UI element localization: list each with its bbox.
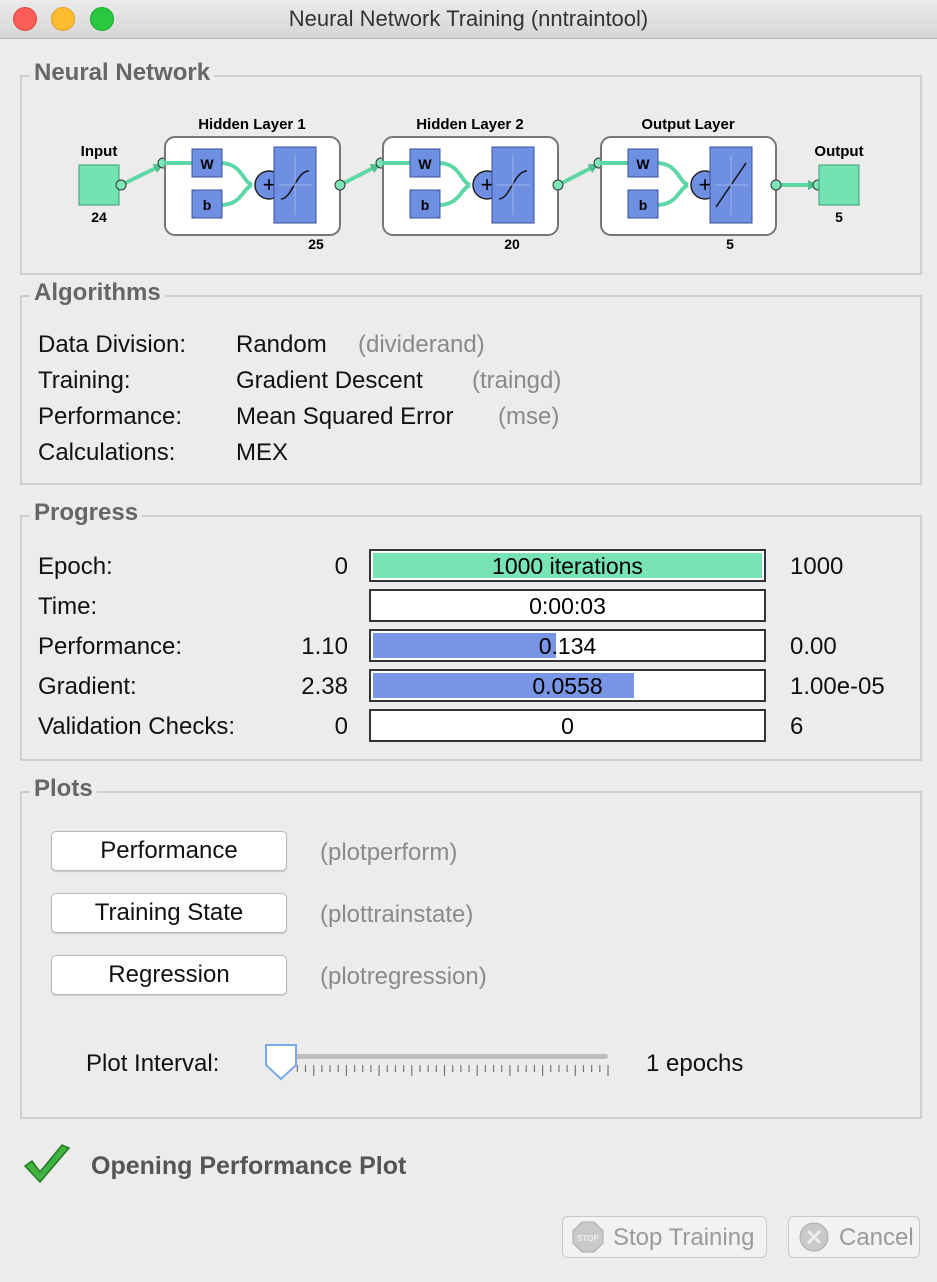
stop-icon: STOP (572, 1221, 604, 1253)
input-size: 24 (91, 209, 107, 225)
progress-title: Progress (30, 499, 143, 527)
bias-label: b (421, 197, 430, 213)
gradient-progress-text: 0.0558 (532, 673, 603, 699)
layer-size: 5 (726, 236, 734, 252)
progress-max-gradient: 1.00e-05 (790, 673, 885, 700)
layer-title: Hidden Layer 1 (198, 116, 306, 133)
algo-label-training: Training: (38, 367, 131, 394)
progress-label-performance: Performance: (38, 633, 183, 660)
gradient-progress-bar: 0.0558 (369, 669, 766, 702)
svg-text:STOP: STOP (577, 1234, 599, 1243)
algorithms-panel: Algorithms Data Division: Random (divide… (20, 279, 922, 485)
network-diagram: Input 24 Hidden Layer 1 W b + 25 Hidden … (78, 116, 864, 252)
layer-size: 20 (504, 236, 520, 252)
output-size: 5 (835, 209, 843, 225)
weight-label: W (200, 156, 214, 172)
performance-progress-bar: 0.134 (369, 629, 766, 662)
output-node (818, 164, 860, 206)
output-layer: Output Layer W b + 5 (600, 116, 777, 252)
cancel-label: Cancel (839, 1224, 914, 1251)
plot-training-state-fn: (plottrainstate) (320, 901, 474, 928)
progress-label-time: Time: (38, 593, 98, 620)
epoch-progress-bar: 1000 iterations (369, 549, 766, 582)
algo-label-calculations: Calculations: (38, 439, 176, 466)
algo-fn-performance: (mse) (498, 403, 560, 430)
layer-title: Output Layer (641, 116, 735, 133)
algo-value-calculations: MEX (236, 439, 289, 466)
cancel-button[interactable]: Cancel (788, 1216, 920, 1258)
weight-label: W (418, 156, 432, 172)
algo-value-data-division: Random (236, 331, 327, 358)
weight-label: W (636, 156, 650, 172)
input-connector (120, 163, 164, 187)
algorithms-title: Algorithms (30, 279, 165, 307)
progress-panel: Progress Epoch: 0 1000 iterations 1000 T… (20, 499, 922, 761)
progress-min-validation: 0 (334, 713, 348, 740)
connector-2-3 (557, 163, 599, 187)
plot-regression-button[interactable]: Regression (51, 955, 287, 995)
algo-label-performance: Performance: (38, 403, 183, 430)
performance-progress-text: 0.134 (538, 633, 597, 659)
connector-1-2 (339, 163, 381, 187)
hidden-layer-1: Hidden Layer 1 W b + 25 (164, 116, 341, 252)
validation-progress-text: 0 (561, 713, 574, 739)
progress-max-validation: 6 (790, 713, 804, 740)
time-progress-text: 0:00:03 (529, 593, 606, 619)
plot-performance-fn: (plotperform) (320, 839, 458, 866)
plot-interval-slider[interactable] (264, 1043, 614, 1093)
progress-min-epoch: 0 (334, 553, 348, 580)
algo-value-performance: Mean Squared Error (236, 403, 454, 430)
input-node (78, 164, 120, 206)
checkmark-icon (23, 1144, 71, 1184)
input-label: Input (81, 143, 118, 160)
progress-label-epoch: Epoch: (38, 553, 113, 580)
progress-label-gradient: Gradient: (38, 673, 137, 700)
plot-interval-value: 1 epochs (646, 1050, 744, 1077)
layer-title: Hidden Layer 2 (416, 116, 524, 133)
progress-max-performance: 0.00 (790, 633, 837, 660)
plot-regression-fn: (plotregression) (320, 963, 487, 990)
progress-min-gradient: 2.38 (301, 673, 348, 700)
layer-size: 25 (308, 236, 324, 252)
stop-training-label: Stop Training (613, 1224, 755, 1251)
time-progress-bar: 0:00:03 (369, 589, 766, 622)
cancel-icon (799, 1222, 829, 1252)
algo-fn-data-division: (dividerand) (358, 331, 485, 358)
plots-panel: Plots Performance (plotperform) Training… (20, 775, 922, 1119)
bias-label: b (203, 197, 212, 213)
plot-training-state-button[interactable]: Training State (51, 893, 287, 933)
neural-network-panel: Neural Network Input 24 Hidden Layer 1 W… (20, 59, 922, 275)
window-title: Neural Network Training (nntraintool) (288, 6, 649, 31)
algo-value-training: Gradient Descent (236, 367, 423, 394)
hidden-layer-2: Hidden Layer 2 W b + 20 (382, 116, 559, 252)
plots-title: Plots (30, 775, 97, 803)
algo-label-data-division: Data Division: (38, 331, 187, 358)
slider-ticks (280, 1065, 609, 1076)
progress-max-epoch: 1000 (790, 553, 844, 580)
title-bar: Neural Network Training (nntraintool) (0, 0, 937, 39)
plot-performance-button[interactable]: Performance (51, 831, 287, 871)
progress-label-validation: Validation Checks: (38, 713, 235, 740)
progress-min-performance: 1.10 (301, 633, 348, 660)
slider-thumb[interactable] (264, 1043, 300, 1083)
status-text: Opening Performance Plot (91, 1152, 407, 1180)
input-port (115, 179, 127, 191)
epoch-progress-text: 1000 iterations (492, 553, 643, 579)
plot-interval-label: Plot Interval: (86, 1050, 220, 1077)
output-label: Output (814, 143, 863, 160)
stop-training-button[interactable]: STOP Stop Training (562, 1216, 767, 1258)
bias-label: b (639, 197, 648, 213)
validation-progress-bar: 0 (369, 709, 766, 742)
algo-fn-training: (traingd) (472, 367, 562, 394)
